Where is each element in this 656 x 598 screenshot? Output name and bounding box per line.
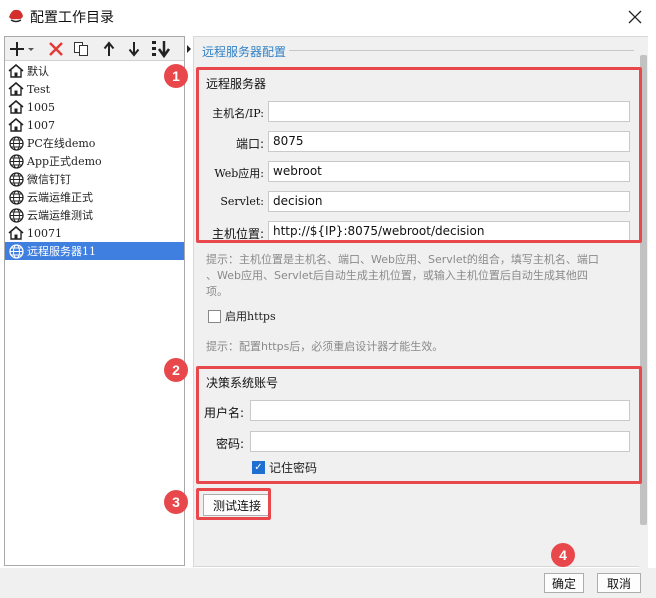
location-hint-line: 、Web应用、Servlet后自动生成主机位置，或输入主机位置后自动生成其他四 bbox=[206, 269, 588, 282]
tree-item-label: Test bbox=[27, 82, 51, 96]
globe-icon bbox=[7, 153, 25, 169]
location-hint-line: 项。 bbox=[206, 285, 228, 298]
home-icon bbox=[7, 81, 25, 97]
close-icon bbox=[628, 10, 642, 24]
globe-icon bbox=[7, 243, 25, 259]
ok-button[interactable]: 确定 bbox=[544, 573, 584, 593]
tree-item-label: 云端运维正式 bbox=[27, 191, 93, 204]
annotation-badge-4: 4 bbox=[551, 543, 575, 567]
tree-item-cloud-ops-prod[interactable]: 云端运维正式 bbox=[5, 188, 184, 206]
section-divider bbox=[289, 50, 634, 51]
cancel-button[interactable]: 取消 bbox=[597, 573, 641, 593]
delete-button[interactable] bbox=[46, 39, 66, 59]
move-down-button[interactable] bbox=[124, 39, 144, 59]
arrow-up-icon bbox=[103, 41, 115, 56]
tree-item-label: App正式demo bbox=[27, 155, 102, 168]
annotation-box-server bbox=[196, 67, 642, 243]
home-icon bbox=[7, 225, 25, 241]
arrow-down-icon bbox=[128, 42, 140, 57]
tree-item-label: 1005 bbox=[27, 100, 55, 114]
location-hint: 提示：主机位置是主机名、端口、Web应用、Servlet的组合，填写主机名、端口… bbox=[206, 252, 636, 300]
copy-button[interactable] bbox=[71, 39, 91, 59]
app-logo-icon bbox=[7, 7, 25, 25]
workdir-tree-panel: 默认 Test 1005 1007 PC在线demo App正式demo 微信钉… bbox=[4, 36, 185, 566]
https-checkbox[interactable] bbox=[208, 310, 221, 323]
home-icon bbox=[7, 99, 25, 115]
annotation-box-account bbox=[196, 366, 642, 484]
section-title: 远程服务器配置 bbox=[202, 45, 287, 59]
delete-x-icon bbox=[49, 42, 63, 56]
splitter-arrow-icon[interactable] bbox=[186, 44, 192, 54]
https-label: 启用https bbox=[225, 310, 276, 323]
tree-item-label: 默认 bbox=[27, 65, 49, 78]
tree-item-pc-demo[interactable]: PC在线demo bbox=[5, 134, 184, 152]
annotation-box-test bbox=[196, 488, 271, 520]
tree-item-label: 微信钉钉 bbox=[27, 173, 71, 186]
move-up-button[interactable] bbox=[99, 39, 119, 59]
title-bar: 配置工作目录 bbox=[0, 0, 656, 34]
annotation-badge-3: 3 bbox=[164, 490, 188, 514]
tree-item-wechat-dingtalk[interactable]: 微信钉钉 bbox=[5, 170, 184, 188]
plus-icon bbox=[10, 42, 34, 56]
home-icon bbox=[7, 63, 25, 79]
tree-item-remote-server-11[interactable]: 远程服务器11 bbox=[5, 242, 184, 260]
tree-item-test[interactable]: Test bbox=[5, 80, 184, 98]
tree-item-label: 1007 bbox=[27, 118, 55, 132]
window-title: 配置工作目录 bbox=[30, 10, 114, 26]
add-button[interactable] bbox=[9, 39, 37, 59]
globe-icon bbox=[7, 135, 25, 151]
tree-item-1005[interactable]: 1005 bbox=[5, 98, 184, 116]
tree-toolbar bbox=[5, 37, 184, 61]
tree-item-10071[interactable]: 10071 bbox=[5, 224, 184, 242]
home-icon bbox=[7, 117, 25, 133]
sort-button[interactable] bbox=[149, 39, 173, 59]
tree-item-1007[interactable]: 1007 bbox=[5, 116, 184, 134]
tree-item-label: PC在线demo bbox=[27, 137, 96, 150]
tree-item-label: 10071 bbox=[27, 226, 62, 240]
copy-icon bbox=[74, 42, 88, 56]
tree-item-cloud-ops-test[interactable]: 云端运维测试 bbox=[5, 206, 184, 224]
globe-icon bbox=[7, 171, 25, 187]
sort-down-icon bbox=[152, 41, 171, 58]
tree-item-default[interactable]: 默认 bbox=[5, 62, 184, 80]
globe-icon bbox=[7, 207, 25, 223]
annotation-badge-2: 2 bbox=[164, 358, 188, 382]
tree-item-label: 云端运维测试 bbox=[27, 209, 93, 222]
tree-item-app-demo[interactable]: App正式demo bbox=[5, 152, 184, 170]
location-hint-line: 提示：主机位置是主机名、端口、Web应用、Servlet的组合，填写主机名、端口 bbox=[206, 253, 599, 266]
tree-item-label: 远程服务器11 bbox=[27, 245, 96, 258]
close-button[interactable] bbox=[618, 2, 652, 32]
https-hint: 提示：配置https后，必须重启设计器才能生效。 bbox=[206, 340, 444, 353]
globe-icon bbox=[7, 189, 25, 205]
annotation-badge-1: 1 bbox=[164, 64, 188, 88]
